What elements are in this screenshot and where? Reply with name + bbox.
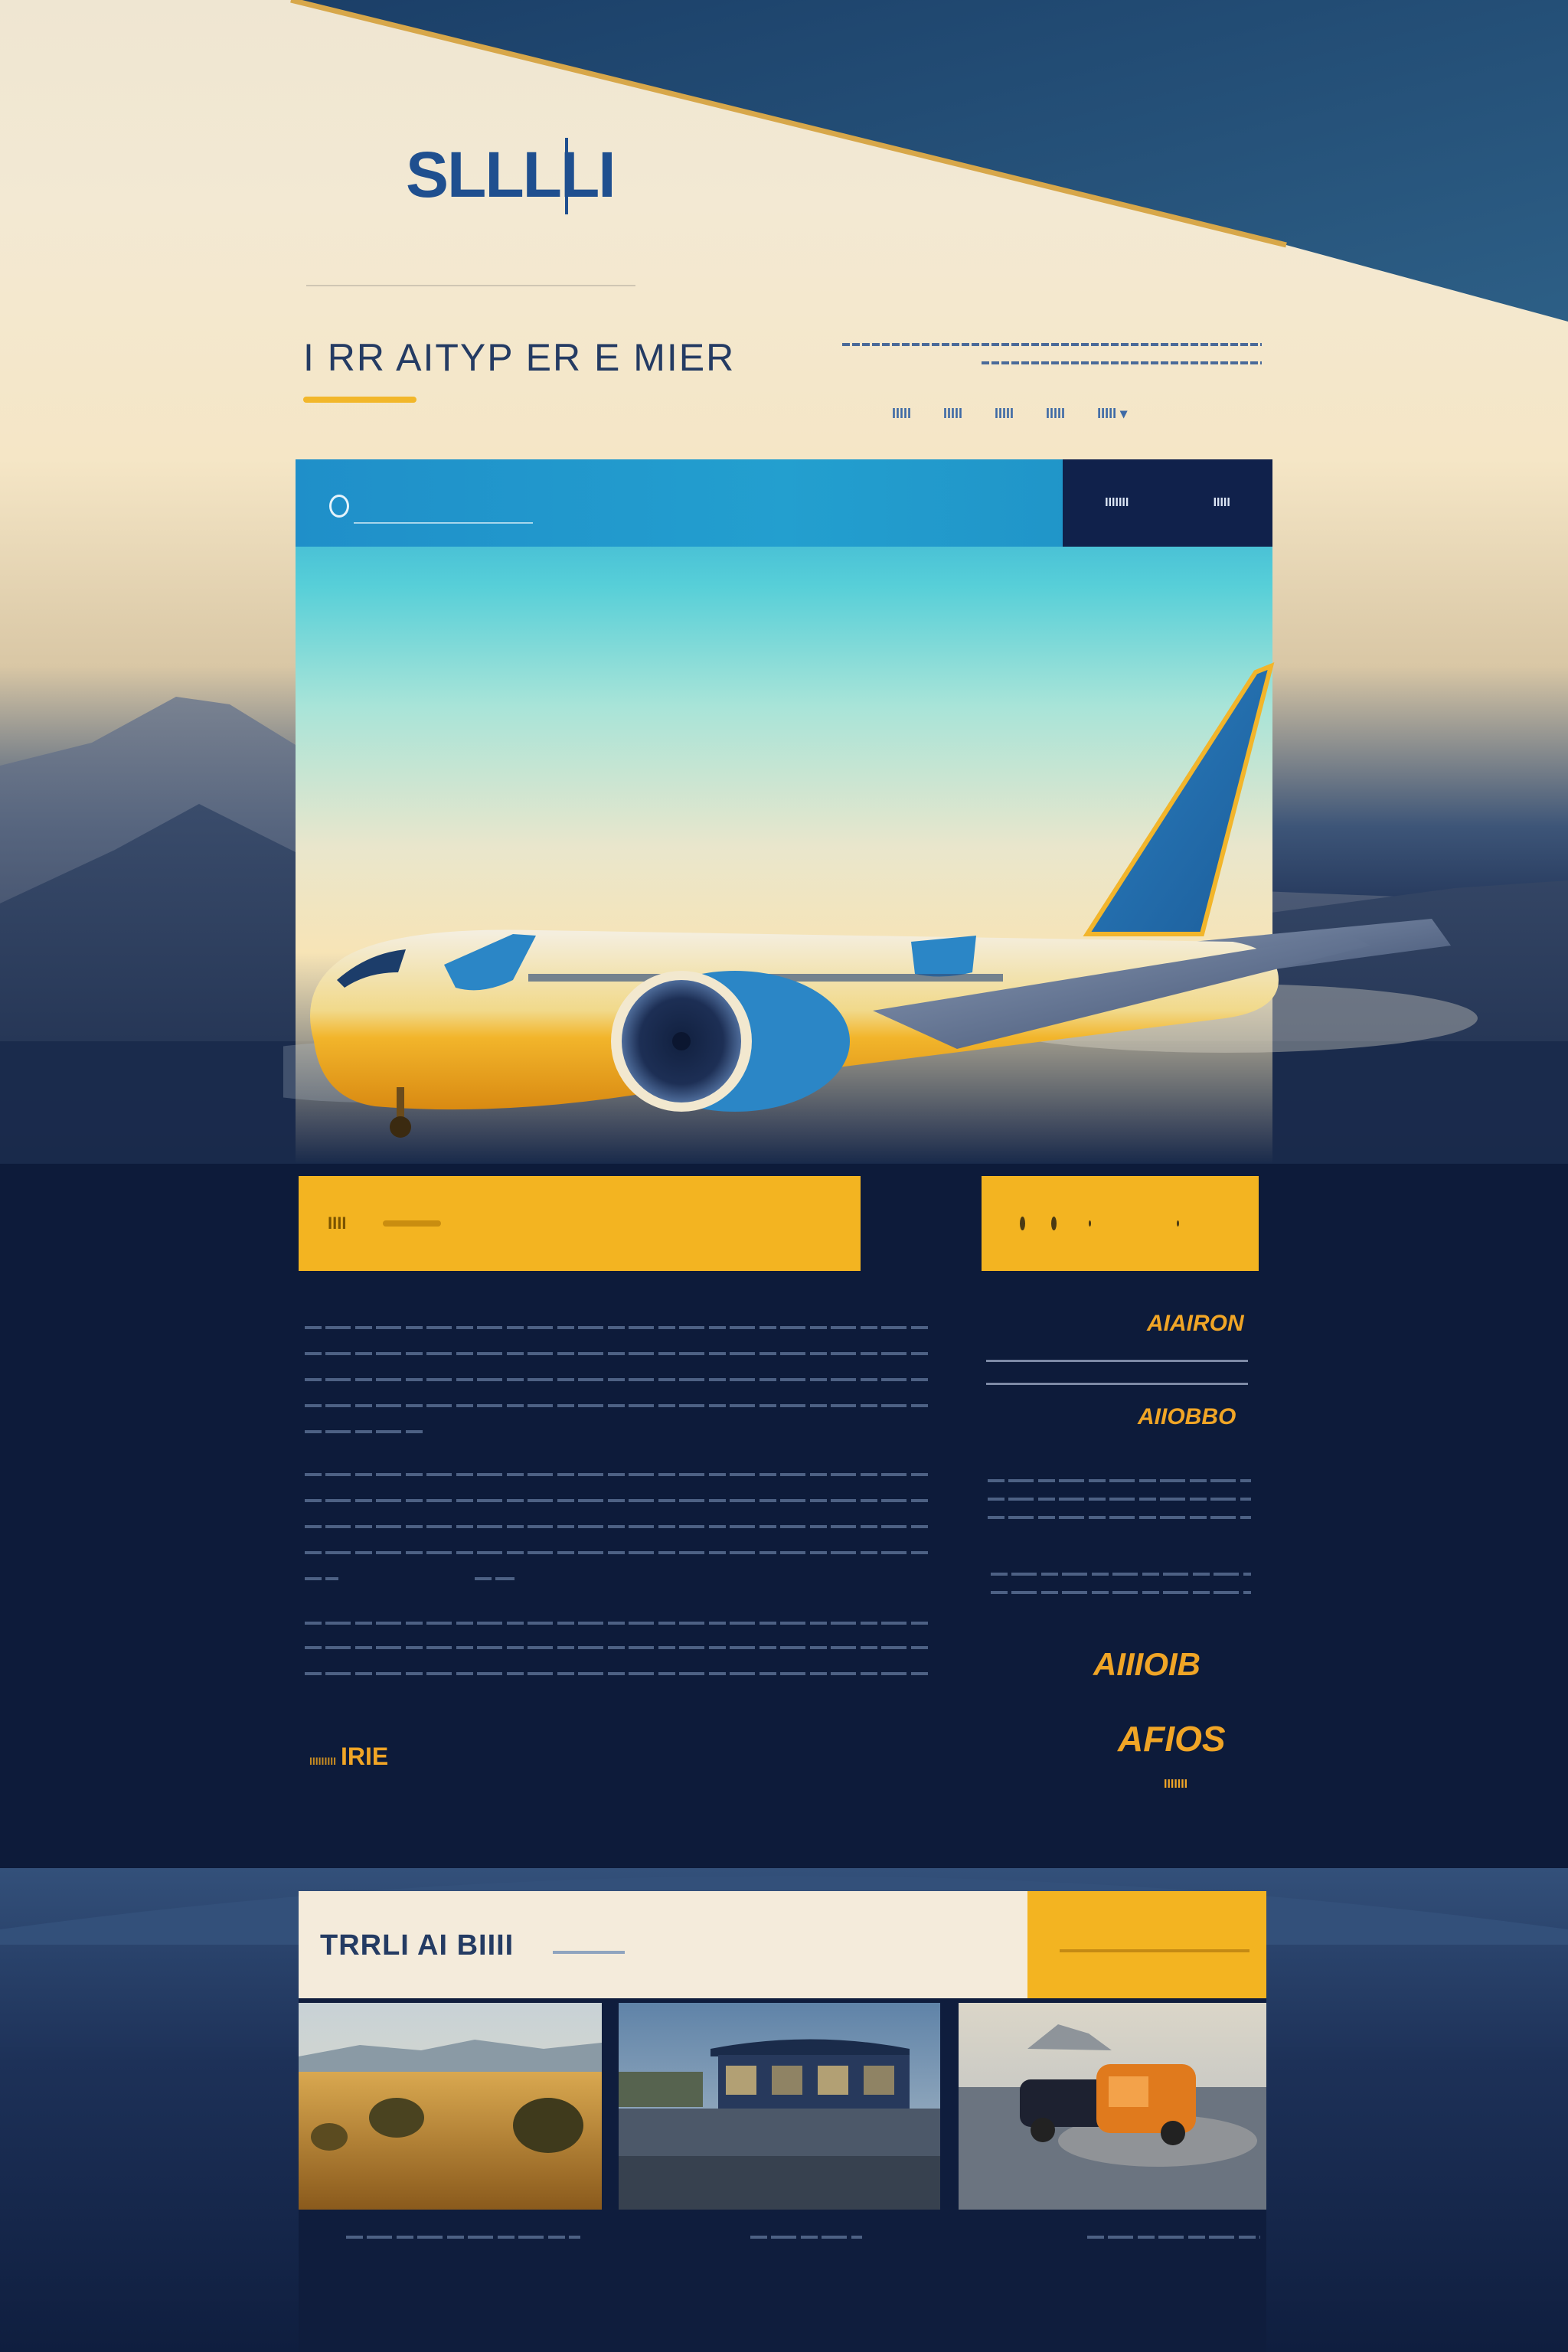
sidebar-heading-3: AIIIOIB — [1093, 1646, 1201, 1682]
read-more-label: IRIE — [341, 1743, 389, 1770]
gallery-card-2[interactable] — [619, 2003, 940, 2210]
sidebar-text-line — [991, 1591, 1251, 1594]
nav-item-1[interactable]: IIIII — [892, 406, 911, 422]
nav-item-3[interactable]: IIIII — [995, 406, 1014, 422]
gallery-card-1[interactable] — [299, 2003, 602, 2210]
sidebar-rule — [986, 1383, 1248, 1385]
body-text-line — [305, 1352, 928, 1355]
sidebar-text-line — [988, 1498, 1251, 1501]
nav-item-4[interactable]: IIIII — [1046, 406, 1065, 422]
terminal-image — [619, 2003, 940, 2210]
brand-logo[interactable]: SLLLLI — [406, 138, 616, 212]
gallery-caption-placeholder — [750, 2236, 862, 2239]
sidebar-note: IIIIIII — [1164, 1778, 1188, 1791]
gallery-header: TRRLI AI BIIII — [299, 1891, 1266, 1998]
carousel-controls — [982, 1176, 1259, 1271]
body-text-line — [305, 1430, 424, 1433]
sidebar-text-line — [988, 1479, 1251, 1482]
tagline-left-rule — [306, 285, 635, 286]
gallery-card-3[interactable] — [959, 2003, 1266, 2210]
logo-divider — [565, 138, 568, 214]
sidebar-rule — [986, 1360, 1248, 1362]
gallery-caption-placeholder — [1087, 2236, 1260, 2239]
nav-item-5-dropdown[interactable]: IIIII ▾ — [1097, 406, 1127, 422]
body-text-line — [475, 1577, 514, 1580]
carousel-dot-3[interactable] — [1088, 1220, 1091, 1227]
airplane-illustration — [283, 662, 1478, 1138]
action-button-2[interactable]: IIIII — [1214, 496, 1230, 510]
nav-item-2[interactable]: IIIII — [943, 406, 962, 422]
search-icon[interactable] — [329, 495, 349, 518]
body-text-line — [305, 1672, 928, 1675]
body-text-line — [305, 1525, 928, 1528]
body-text-line — [305, 1622, 928, 1625]
gallery-cta-label-placeholder — [1060, 1949, 1250, 1952]
booking-bar-field[interactable] — [383, 1220, 442, 1227]
body-text-line — [305, 1326, 928, 1329]
gallery-title: TRRLI AI BIIII — [320, 1929, 514, 1962]
hero-subtext-1-placeholder — [842, 343, 1262, 346]
body-text-line — [305, 1577, 338, 1580]
gallery-caption-placeholder — [346, 2236, 580, 2239]
gallery-cta-button[interactable] — [1027, 1891, 1266, 1998]
search-input[interactable] — [354, 490, 533, 524]
read-more-link[interactable]: IIIIIIIII IRIE — [309, 1743, 388, 1771]
action-button-1[interactable]: IIIIIII — [1105, 496, 1129, 510]
gallery-section: TRRLI AI BIIII — [299, 1891, 1266, 2352]
carousel-dot-4[interactable] — [1176, 1220, 1179, 1227]
sidebar-heading-4: AFIOS — [1118, 1719, 1226, 1759]
body-text-line — [305, 1499, 928, 1502]
body-text-line — [305, 1646, 928, 1649]
sidebar-heading-1: AIAIRON — [1147, 1311, 1244, 1336]
body-text-line — [305, 1551, 928, 1554]
carousel-dot-1[interactable] — [1020, 1217, 1025, 1230]
top-nav: IIIII IIIII IIIII IIIII IIIII ▾ — [892, 404, 1127, 423]
body-text-line — [305, 1378, 928, 1381]
booking-bar[interactable]: IIII — [299, 1176, 861, 1271]
gallery-title-rule — [553, 1951, 625, 1954]
hero-title-underline — [303, 397, 416, 403]
carousel-dot-2[interactable] — [1050, 1217, 1057, 1230]
booking-bar-label: IIII — [328, 1214, 347, 1233]
sidebar-heading-2: AIIOBBO — [1138, 1404, 1236, 1429]
hero-title: I RR AITYP ER E MIER — [303, 336, 736, 379]
read-more-prefix: IIIIIIIII — [309, 1755, 337, 1767]
vehicle-image — [959, 2003, 1266, 2210]
body-text-line — [305, 1473, 928, 1476]
hero-subtext-2-placeholder — [982, 361, 1262, 364]
sky-corner-decoration — [290, 0, 1568, 322]
search-bar: IIIIIII IIIII — [296, 459, 1272, 547]
search-actions: IIIIIII IIIII — [1063, 459, 1272, 547]
sidebar-text-line — [991, 1573, 1251, 1576]
sidebar-text-line — [988, 1516, 1251, 1519]
savanna-image — [299, 2003, 602, 2210]
body-text-line — [305, 1404, 928, 1407]
